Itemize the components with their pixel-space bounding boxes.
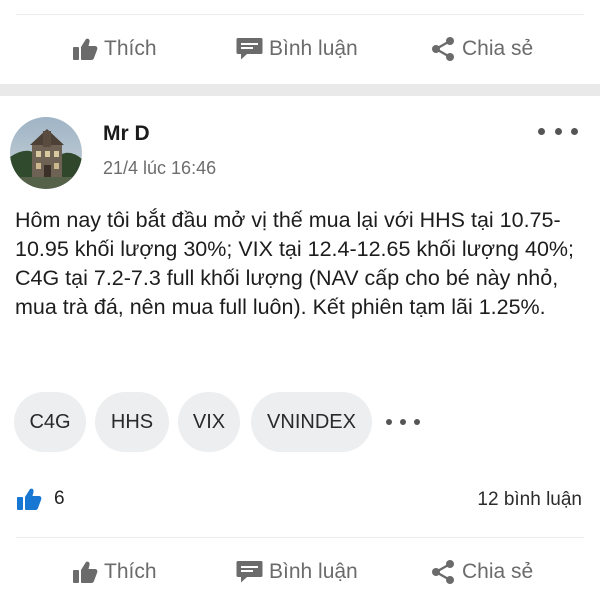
- thumbs-up-icon: [17, 488, 42, 510]
- like-button[interactable]: Thích: [72, 552, 157, 592]
- comment-label: Bình luận: [269, 560, 358, 583]
- post-timestamp: 21/4 lúc 16:46: [103, 158, 217, 178]
- comment-icon: [236, 561, 263, 583]
- divider: [16, 14, 584, 15]
- like-summary[interactable]: 6: [16, 487, 65, 511]
- share-icon: [432, 560, 454, 584]
- like-label: Thích: [104, 560, 157, 583]
- tag-chip[interactable]: VIX: [178, 392, 240, 452]
- divider: [16, 537, 584, 538]
- tag-chip[interactable]: HHS: [95, 392, 169, 452]
- share-button[interactable]: Chia sẻ: [430, 552, 533, 592]
- previous-post-action-bar: Thích Bình luận Chia sẻ: [0, 29, 600, 69]
- more-icon[interactable]: [538, 123, 578, 139]
- share-button[interactable]: Chia sẻ: [430, 29, 533, 69]
- comment-count[interactable]: 12 bình luận: [477, 489, 582, 511]
- like-label: Thích: [104, 37, 157, 60]
- author-name[interactable]: Mr D: [103, 122, 150, 146]
- comment-button[interactable]: Bình luận: [236, 552, 358, 592]
- thumbs-up-icon: [73, 38, 98, 60]
- share-label: Chia sẻ: [462, 560, 534, 583]
- share-label: Chia sẻ: [462, 37, 534, 60]
- more-tags-icon[interactable]: [386, 416, 420, 428]
- tag-chip[interactable]: VNINDEX: [251, 392, 372, 452]
- post-text: Hôm nay tôi bắt đầu mở vị thế mua lại vớ…: [15, 208, 574, 319]
- tag-chip[interactable]: C4G: [14, 392, 86, 452]
- share-icon: [432, 37, 454, 61]
- post-separator: [0, 84, 600, 96]
- thumbs-up-icon: [73, 561, 98, 583]
- comment-label: Bình luận: [269, 37, 358, 60]
- like-button[interactable]: Thích: [72, 29, 157, 69]
- comment-button[interactable]: Bình luận: [236, 29, 358, 69]
- like-count: 6: [54, 488, 65, 509]
- post-action-bar: Thích Bình luận Chia sẻ: [0, 552, 600, 592]
- avatar[interactable]: [10, 117, 82, 189]
- feed-page: Thích Bình luận Chia sẻ Mr D 21/4 lúc 16…: [0, 0, 600, 600]
- comment-icon: [236, 38, 263, 60]
